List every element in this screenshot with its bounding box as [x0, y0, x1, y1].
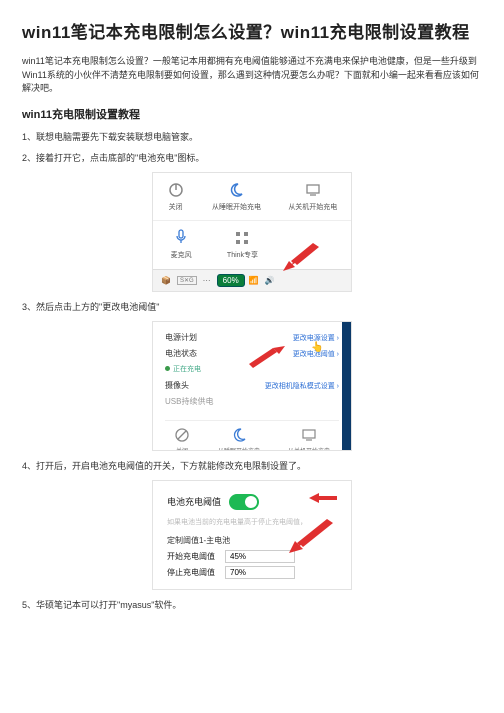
- power-icon: [167, 181, 185, 199]
- option-sleep-charge: 从睡眠开始充电: [212, 181, 261, 212]
- grid-icon: [233, 229, 251, 247]
- battery-status-label: 电池状态: [165, 348, 197, 359]
- mode-shutdown: 从关机开始充电: [288, 427, 330, 451]
- start-threshold-input[interactable]: [225, 550, 295, 563]
- arrow-annotation-icon: [249, 346, 285, 370]
- option-mic-label: 麦克风: [171, 250, 192, 260]
- option-think-label: Think专享: [227, 250, 258, 260]
- screenshot-1: 关闭 从睡眠开始充电 从关机开始充电 麦克风 Think专享 📦 S✕G ⋯ 6…: [152, 172, 352, 292]
- intro-paragraph: win11笔记本充电限制怎么设置？一般笔记本用都拥有充电阈值能够通过不充满电来保…: [22, 55, 482, 96]
- step-4: 4、打开后，开启电池充电阈值的开关，下方就能修改充电限制设置了。: [22, 459, 482, 472]
- section-heading: win11充电限制设置教程: [22, 106, 482, 122]
- option-mic: 麦克风: [171, 229, 192, 260]
- arrow-annotation-icon: [289, 517, 333, 553]
- usb-label: USB持续供电: [165, 396, 213, 407]
- option-think: Think专享: [227, 229, 258, 260]
- option-off: 关闭: [167, 181, 185, 212]
- option-shutdown-charge: 从关机开始充电: [288, 181, 337, 212]
- monitor-icon: [304, 181, 322, 199]
- page-title: win11笔记本充电限制怎么设置？win11充电限制设置教程: [22, 18, 482, 43]
- screenshot-3: 电池充电阈值 如果电池当前的充电电量高于停止充电阈值， 定制阈值1-主电池 开始…: [152, 480, 352, 590]
- step-3: 3、然后点击上方的"更改电池阈值": [22, 300, 482, 313]
- cursor-icon: 👆: [311, 342, 323, 353]
- step-1: 1、联想电脑需要先下载安装联想电脑管家。: [22, 130, 482, 143]
- taskbar-tray: 📦 S✕G ⋯ 60% 📶 🔊: [153, 269, 351, 291]
- option-shutdown-label: 从关机开始充电: [288, 202, 337, 212]
- moon-icon: [227, 181, 245, 199]
- arrow-annotation-icon: [309, 491, 337, 505]
- start-threshold-label: 开始充电阈值: [167, 551, 215, 562]
- step-5: 5、华硕笔记本可以打开"myasus"软件。: [22, 598, 482, 611]
- lang-icon: S✕G: [177, 276, 197, 285]
- more-icon: ⋯: [203, 276, 211, 285]
- power-plan-label: 电源计划: [165, 332, 197, 343]
- option-off-label: 关闭: [169, 202, 183, 212]
- stop-threshold-input[interactable]: [225, 566, 295, 579]
- stop-threshold-label: 停止充电阈值: [167, 567, 215, 578]
- mode-sleep: 从睡眠开始充电: [218, 427, 260, 451]
- wifi-icon: 📶: [249, 276, 259, 285]
- battery-indicator[interactable]: 60%: [217, 274, 245, 287]
- mic-icon: [172, 229, 190, 247]
- screenshot-2: 电源计划 更改电源设置 › 电池状态 更改电池阈值 › 正在充电 摄像头 更改相…: [152, 321, 352, 451]
- sound-icon: 🔊: [265, 276, 275, 285]
- arrow-annotation-icon: [283, 243, 319, 271]
- mode-off: 关闭: [174, 427, 190, 451]
- threshold-switch-label: 电池充电阈值: [167, 495, 221, 508]
- camera-privacy-link[interactable]: 更改相机隐私模式设置 ›: [265, 381, 339, 391]
- option-sleep-label: 从睡眠开始充电: [212, 202, 261, 212]
- tray-icon: 📦: [161, 276, 171, 285]
- step-2: 2、接着打开它，点击底部的"电池充电"图标。: [22, 151, 482, 164]
- threshold-switch[interactable]: [229, 494, 259, 510]
- camera-label: 摄像头: [165, 380, 189, 391]
